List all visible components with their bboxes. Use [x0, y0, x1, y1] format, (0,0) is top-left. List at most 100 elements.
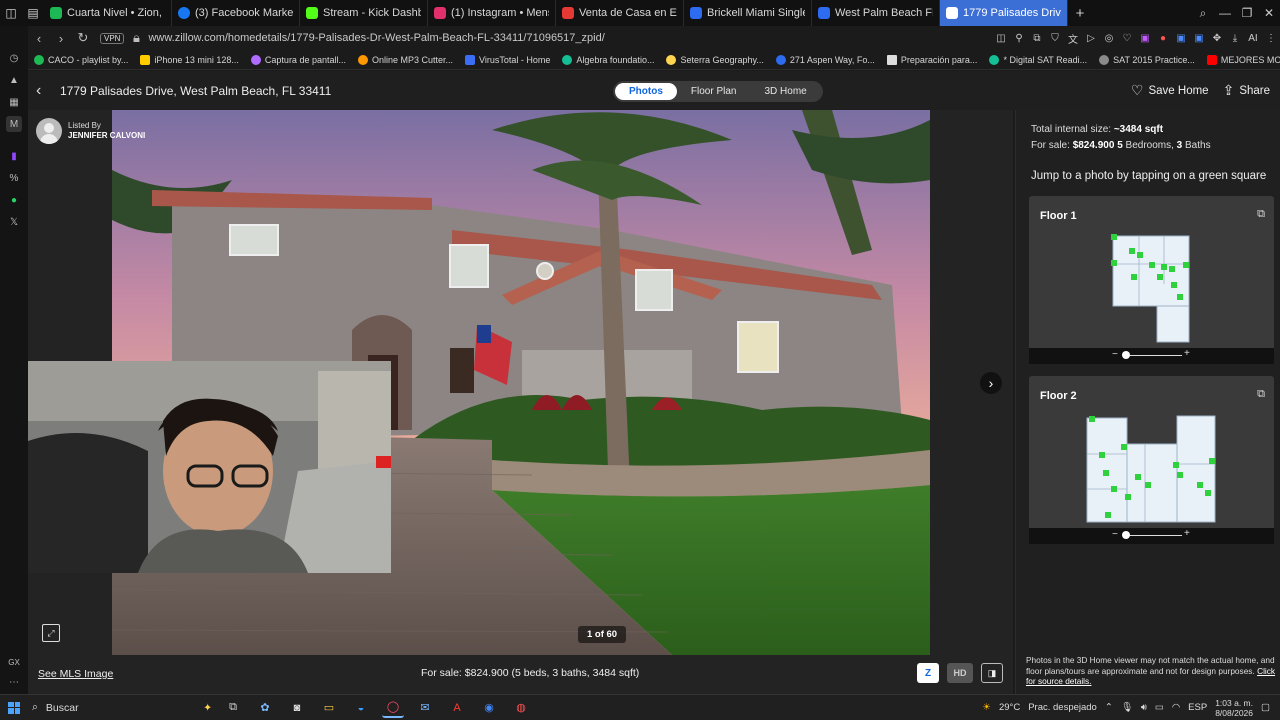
menu-icon[interactable]: ⋮: [1262, 26, 1280, 50]
tab-west-palm[interactable]: West Palm Beach FL Real E: [812, 0, 940, 26]
microphone-icon[interactable]: 🎙︎: [1121, 702, 1133, 713]
zoom-in-button[interactable]: +: [1184, 528, 1190, 539]
twitch-icon[interactable]: ▮: [6, 148, 22, 164]
fullscreen-icon[interactable]: ⤢: [42, 624, 60, 642]
bookmark-item[interactable]: Preparación para...: [881, 54, 984, 65]
heart-icon[interactable]: ♡: [1118, 26, 1136, 50]
clock[interactable]: 1:03 a. m. 8/08/2026: [1215, 698, 1253, 718]
play-icon[interactable]: ▷: [1082, 26, 1100, 50]
tab-instagram[interactable]: (1) Instagram • Mensajes: [428, 0, 556, 26]
new-tab-button[interactable]: +: [1068, 0, 1092, 26]
share-button[interactable]: ⇪ Share: [1223, 82, 1270, 99]
chrome-icon[interactable]: ◉: [478, 698, 500, 718]
zoom-out-button[interactable]: −: [1112, 529, 1118, 540]
puzzle-icon[interactable]: ✥: [1208, 26, 1226, 50]
url-field[interactable]: www.zillow.com/homedetails/1779-Palisade…: [148, 32, 604, 44]
notifications-icon[interactable]: ▢: [1261, 702, 1270, 713]
tab-brickell[interactable]: Brickell Miami Single Famil: [684, 0, 812, 26]
bookmark-item[interactable]: Online MP3 Cutter...: [352, 54, 459, 65]
back-icon[interactable]: ‹: [28, 26, 50, 50]
temperature[interactable]: 29°C: [999, 702, 1020, 713]
tab-active-listing[interactable]: 1779 Palisades Drive, West: [940, 0, 1068, 26]
camera-app-icon[interactable]: ◙: [286, 698, 308, 718]
copilot-icon[interactable]: ✿: [254, 698, 276, 718]
opera-gx-icon[interactable]: ◯: [382, 698, 404, 718]
translate-icon[interactable]: 文: [1064, 26, 1082, 50]
download-icon[interactable]: ⤓: [1226, 26, 1244, 50]
bookmark-item[interactable]: * Digital SAT Readi...: [983, 54, 1093, 65]
tray-chevron-icon[interactable]: ⌃: [1105, 702, 1113, 713]
history-icon[interactable]: ◷: [6, 50, 22, 66]
obs-icon[interactable]: ◍: [510, 698, 532, 718]
hd-toggle[interactable]: HD: [947, 663, 973, 683]
floor-2-plan[interactable]: [1085, 414, 1217, 526]
bookmark-item[interactable]: MEJORES MOMEN...: [1201, 54, 1280, 65]
agent-name[interactable]: JENNIFER CALVONI: [68, 131, 145, 140]
zoom-slider-track[interactable]: [1124, 355, 1182, 356]
sidebar-toggle-icon[interactable]: ◫: [992, 26, 1010, 50]
extension-icon[interactable]: ▣: [1190, 26, 1208, 50]
start-button[interactable]: [0, 701, 28, 714]
zoom-slider-handle[interactable]: [1122, 531, 1130, 539]
extension-icon[interactable]: ▣: [1172, 26, 1190, 50]
bookmark-item[interactable]: SAT 2015 Practice...: [1093, 54, 1201, 65]
bookmark-item[interactable]: Algebra foundatio...: [556, 54, 660, 65]
more-icon[interactable]: ⋯: [6, 674, 22, 690]
mail-icon[interactable]: ✉: [414, 698, 436, 718]
floor-1-plan[interactable]: [1109, 234, 1193, 346]
bookmark-item[interactable]: Captura de pantall...: [245, 54, 352, 65]
speaker-icon[interactable]: 🔊︎: [1141, 702, 1147, 713]
acrobat-icon[interactable]: A: [446, 698, 468, 718]
tab-facebook[interactable]: (3) Facebook Marketplace: [172, 0, 300, 26]
tab-list-icon[interactable]: ▤: [22, 0, 44, 26]
extension-icon[interactable]: ▣: [1136, 26, 1154, 50]
task-view-icon[interactable]: ⧉: [222, 698, 244, 718]
popout-icon[interactable]: ⧉: [1257, 388, 1265, 401]
reload-icon[interactable]: ↻: [72, 26, 94, 50]
percent-icon[interactable]: %: [6, 170, 22, 186]
whatsapp-icon[interactable]: ●: [6, 192, 22, 208]
messenger-icon[interactable]: M: [6, 116, 22, 132]
tab-3d-home[interactable]: 3D Home: [750, 83, 820, 100]
weather-description[interactable]: Prac. despejado: [1028, 702, 1097, 713]
edge-icon[interactable]: ◒: [350, 698, 372, 718]
bookmarks-icon[interactable]: ▲: [6, 72, 22, 88]
popout-icon[interactable]: ⧉: [1257, 208, 1265, 221]
news-icon[interactable]: ▦: [6, 94, 22, 110]
zoom-in-button[interactable]: +: [1184, 348, 1190, 359]
bookmark-item[interactable]: 271 Aspen Way, Fo...: [770, 54, 881, 65]
next-photo-button[interactable]: ›: [980, 372, 1002, 394]
zoom-slider-handle[interactable]: [1122, 351, 1130, 359]
lock-icon[interactable]: 🔒︎: [130, 26, 142, 50]
pin-icon[interactable]: ⚲: [1010, 26, 1028, 50]
extension-icon[interactable]: ●: [1154, 26, 1172, 50]
zoom-slider-track[interactable]: [1124, 535, 1182, 536]
wifi-icon[interactable]: ◠: [1172, 702, 1180, 713]
camera-icon[interactable]: ◎: [1100, 26, 1118, 50]
file-explorer-icon[interactable]: ▭: [318, 698, 340, 718]
zoom-out-button[interactable]: −: [1112, 349, 1118, 360]
bookmark-item[interactable]: Seterra Geography...: [660, 54, 769, 65]
tab-kick[interactable]: Stream - Kick Dashboard: [300, 0, 428, 26]
tab-venta-casa[interactable]: Venta de Casa en El poblad: [556, 0, 684, 26]
bookmark-item[interactable]: VirusTotal - Home: [459, 54, 556, 65]
see-mls-link[interactable]: See MLS Image: [38, 668, 113, 680]
language-indicator[interactable]: ESP: [1188, 702, 1207, 713]
close-window-button[interactable]: ✕: [1258, 0, 1280, 26]
bookmark-item[interactable]: CACO - playlist by...: [28, 54, 134, 65]
browser-menu-icon[interactable]: ◫: [0, 0, 22, 26]
battery-icon[interactable]: ▭: [1155, 702, 1164, 713]
shield-icon[interactable]: ⛉: [1046, 26, 1064, 50]
floor-2-card[interactable]: Floor 2 ⧉ − +: [1029, 376, 1274, 544]
minimize-button[interactable]: —: [1214, 0, 1236, 26]
ai-icon[interactable]: AI: [1244, 26, 1262, 50]
save-home-button[interactable]: ♡ Save Home: [1131, 82, 1209, 99]
back-arrow-icon[interactable]: ‹: [36, 82, 60, 100]
search-tabs-icon[interactable]: ⌕: [1192, 0, 1214, 26]
snapshot-icon[interactable]: ⧉: [1028, 26, 1046, 50]
tab-photos[interactable]: Photos: [615, 83, 677, 100]
x-icon[interactable]: 𝕏: [6, 214, 22, 230]
tab-floor-plan[interactable]: Floor Plan: [677, 83, 751, 100]
bookmark-item[interactable]: iPhone 13 mini 128...: [134, 54, 245, 65]
gx-icon[interactable]: GX: [6, 654, 22, 670]
